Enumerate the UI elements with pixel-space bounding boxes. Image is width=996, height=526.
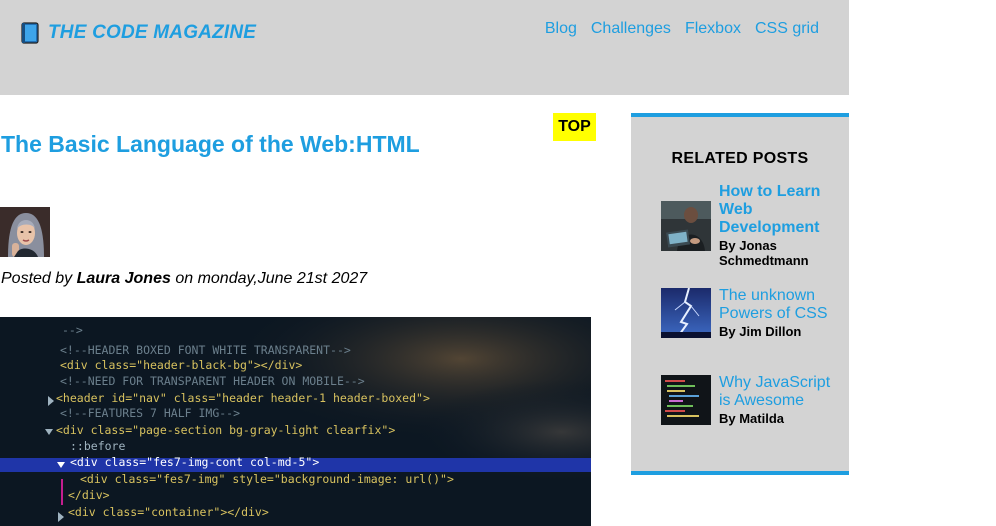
code-line: <div class="header-black-bg"></div> [60,358,302,372]
code-line: <!--FEATURES 7 HALF IMG--> [60,406,240,420]
site-logo[interactable]: THE CODE MAGAZINE [21,22,256,44]
related-post-author: By Matilda [719,411,785,426]
byline-date: on monday,June 21st 2027 [170,270,368,287]
post-byline: Posted by Laura Jones on monday,June 21s… [1,270,367,288]
related-post: Why JavaScript is Awesome By Matilda [661,374,841,426]
book-icon [21,22,39,44]
author-name: Laura Jones [76,270,171,287]
code-line: <div class="fes7-img-cont col-md-5"> [70,455,319,469]
code-line: </div> [68,488,110,502]
code-line: <!--NEED FOR TRANSPARENT HEADER ON MOBIL… [60,374,365,388]
related-post: How to Learn Web Development By Jonas Sc… [661,183,841,268]
code-line: <!--HEADER BOXED FONT WHITE TRANSPARENT-… [60,343,351,357]
nav-css-grid[interactable]: CSS grid [755,19,819,39]
main-nav: Blog Challenges Flexbox CSS grid [545,19,819,39]
site-header: THE CODE MAGAZINE Blog Challenges Flexbo… [0,0,849,95]
code-line: --> [62,323,83,337]
related-thumbnail [661,200,711,251]
sidebar-title: RELATED POSTS [671,150,809,167]
related-post-author: By Jonas Schmedtmann [719,238,809,268]
nav-flexbox[interactable]: Flexbox [685,19,741,39]
code-line: ::before [70,439,125,453]
related-thumbnail [661,288,711,338]
nav-blog[interactable]: Blog [545,19,577,39]
related-post-info: Why JavaScript is Awesome By Matilda [719,374,841,426]
author-avatar [0,207,50,257]
hero-code-image: --> <!--HEADER BOXED FONT WHITE TRANSPAR… [0,317,591,526]
related-post-link[interactable]: The unknown Powers of CSS [719,287,841,323]
related-post-info: How to Learn Web Development By Jonas Sc… [719,183,841,268]
code-line: <div class="page-section bg-gray-light c… [56,423,395,437]
related-post-link[interactable]: Why JavaScript is Awesome [719,374,841,410]
code-line: <div class="fes7-img" style="background-… [80,472,454,486]
nav-challenges[interactable]: Challenges [591,19,671,39]
related-post-link[interactable]: How to Learn Web Development [719,183,841,237]
byline-prefix: Posted by [1,270,77,287]
related-thumbnail [661,375,711,425]
related-post-author: By Jim Dillon [719,324,802,339]
related-post-info: The unknown Powers of CSS By Jim Dillon [719,287,841,339]
related-posts-sidebar: RELATED POSTS How to Learn Web Developme… [631,113,849,475]
top-badge[interactable]: TOP [553,113,596,141]
related-post: The unknown Powers of CSS By Jim Dillon [661,287,841,339]
code-line: <header id="nav" class="header header-1 … [56,391,430,405]
post-title: The Basic Language of the Web:HTML [1,131,420,157]
code-line: <div class="container"></div> [68,505,269,519]
site-title: THE CODE MAGAZINE [48,22,257,43]
